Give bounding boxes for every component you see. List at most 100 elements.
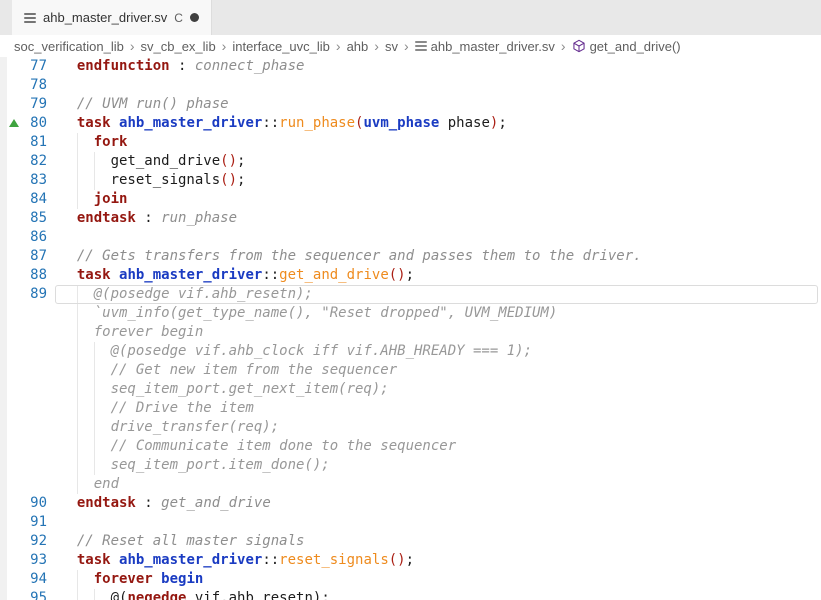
line-number[interactable] <box>0 342 55 361</box>
code-line-content[interactable]: @(posedge vif.ahb_clock iff vif.AHB_HREA… <box>55 342 821 361</box>
breadcrumb-item-get-and-drive-[interactable]: get_and_drive() <box>572 39 681 54</box>
code-line-91[interactable]: 91 <box>0 513 821 532</box>
code-token: reset_signals <box>279 552 389 568</box>
code-line-content[interactable]: @(posedge vif.ahb_resetn); <box>55 285 821 304</box>
code-line-content[interactable]: endtask : run_phase <box>55 209 821 228</box>
line-number[interactable]: 93 <box>0 551 55 570</box>
code-line-content[interactable]: `uvm_info(get_type_name(), "Reset droppe… <box>55 304 821 323</box>
code-line-ghost[interactable]: drive_transfer(req); <box>0 418 821 437</box>
line-number[interactable]: 95 <box>0 589 55 600</box>
line-number[interactable]: 87 <box>0 247 55 266</box>
code-line-content[interactable] <box>55 513 821 532</box>
code-line-85[interactable]: 85 endtask : run_phase <box>0 209 821 228</box>
code-line-content[interactable]: seq_item_port.get_next_item(req); <box>55 380 821 399</box>
line-number[interactable]: 90 <box>0 494 55 513</box>
code-line-ghost[interactable]: // Get new item from the sequencer <box>0 361 821 380</box>
line-number[interactable] <box>0 399 55 418</box>
line-number[interactable]: 79 <box>0 95 55 114</box>
code-line-77[interactable]: 77 endfunction : connect_phase <box>0 57 821 76</box>
line-number[interactable]: 78 <box>0 76 55 95</box>
code-line-ghost[interactable]: @(posedge vif.ahb_clock iff vif.AHB_HREA… <box>0 342 821 361</box>
code-line-content[interactable]: endtask : get_and_drive <box>55 494 821 513</box>
line-number[interactable]: 81 <box>0 133 55 152</box>
line-number[interactable] <box>0 418 55 437</box>
line-number[interactable] <box>0 361 55 380</box>
line-number[interactable]: 83 <box>0 171 55 190</box>
line-number[interactable]: 89 <box>0 285 55 304</box>
code-line-content[interactable]: task ahb_master_driver::run_phase(uvm_ph… <box>55 114 821 133</box>
code-line-content[interactable]: forever begin <box>55 570 821 589</box>
line-number[interactable]: 85 <box>0 209 55 228</box>
line-number[interactable] <box>0 323 55 342</box>
line-number[interactable]: 77 <box>0 57 55 76</box>
code-line-ghost[interactable]: forever begin <box>0 323 821 342</box>
code-editor[interactable]: 77 endfunction : connect_phase7879 // UV… <box>0 57 821 600</box>
code-line-95[interactable]: 95 @(negedge vif.ahb_resetn); <box>0 589 821 600</box>
code-line-content[interactable]: end <box>55 475 821 494</box>
code-line-ghost[interactable]: // Drive the item <box>0 399 821 418</box>
code-line-ghost[interactable]: end <box>0 475 821 494</box>
code-line-content[interactable]: reset_signals(); <box>55 171 821 190</box>
code-line-content[interactable] <box>55 76 821 95</box>
code-line-content[interactable]: get_and_drive(); <box>55 152 821 171</box>
code-line-content[interactable]: seq_item_port.item_done(); <box>55 456 821 475</box>
line-number[interactable] <box>0 304 55 323</box>
line-number[interactable]: 88 <box>0 266 55 285</box>
code-line-82[interactable]: 82 get_and_drive(); <box>0 152 821 171</box>
line-number[interactable]: 86 <box>0 228 55 247</box>
tab-ahb-master-driver[interactable]: ahb_master_driver.sv C <box>12 0 212 35</box>
code-line-content[interactable]: fork <box>55 133 821 152</box>
line-number[interactable]: 84 <box>0 190 55 209</box>
code-line-92[interactable]: 92 // Reset all master signals <box>0 532 821 551</box>
line-number[interactable] <box>0 437 55 456</box>
code-line-80[interactable]: 80 task ahb_master_driver::run_phase(uvm… <box>0 114 821 133</box>
code-line-ghost[interactable]: // Communicate item done to the sequence… <box>0 437 821 456</box>
code-line-content[interactable]: task ahb_master_driver::get_and_drive(); <box>55 266 821 285</box>
code-line-79[interactable]: 79 // UVM run() phase <box>0 95 821 114</box>
code-line-94[interactable]: 94 forever begin <box>0 570 821 589</box>
line-number[interactable]: 92 <box>0 532 55 551</box>
code-line-89[interactable]: 89 @(posedge vif.ahb_resetn); <box>0 285 821 304</box>
code-line-content[interactable]: // Gets transfers from the sequencer and… <box>55 247 821 266</box>
breadcrumb-item-interface-uvc-lib[interactable]: interface_uvc_lib <box>232 39 330 54</box>
code-line-content[interactable]: join <box>55 190 821 209</box>
code-line-content[interactable]: // Get new item from the sequencer <box>55 361 821 380</box>
code-line-content[interactable]: // Communicate item done to the sequence… <box>55 437 821 456</box>
line-number[interactable]: 91 <box>0 513 55 532</box>
code-line-content[interactable]: // Reset all master signals <box>55 532 821 551</box>
code-token <box>60 96 77 112</box>
breadcrumb-item-soc-verification-lib[interactable]: soc_verification_lib <box>14 39 124 54</box>
code-line-78[interactable]: 78 <box>0 76 821 95</box>
code-line-83[interactable]: 83 reset_signals(); <box>0 171 821 190</box>
code-line-93[interactable]: 93 task ahb_master_driver::reset_signals… <box>0 551 821 570</box>
code-line-content[interactable]: task ahb_master_driver::reset_signals(); <box>55 551 821 570</box>
code-line-ghost[interactable]: `uvm_info(get_type_name(), "Reset droppe… <box>0 304 821 323</box>
code-line-ghost[interactable]: seq_item_port.item_done(); <box>0 456 821 475</box>
code-line-84[interactable]: 84 join <box>0 190 821 209</box>
code-line-88[interactable]: 88 task ahb_master_driver::get_and_drive… <box>0 266 821 285</box>
code-line-81[interactable]: 81 fork <box>0 133 821 152</box>
code-line-90[interactable]: 90 endtask : get_and_drive <box>0 494 821 513</box>
line-number[interactable]: 94 <box>0 570 55 589</box>
line-number[interactable] <box>0 456 55 475</box>
dirty-indicator-icon[interactable] <box>190 13 199 22</box>
breadcrumb-item-ahb-master-driver-sv[interactable]: ahb_master_driver.sv <box>415 39 555 54</box>
code-line-87[interactable]: 87 // Gets transfers from the sequencer … <box>0 247 821 266</box>
breadcrumb-item-sv-cb-ex-lib[interactable]: sv_cb_ex_lib <box>141 39 216 54</box>
code-line-content[interactable]: @(negedge vif.ahb_resetn); <box>55 589 821 600</box>
code-line-86[interactable]: 86 <box>0 228 821 247</box>
line-number[interactable]: 82 <box>0 152 55 171</box>
line-number[interactable] <box>0 475 55 494</box>
code-line-content[interactable]: // Drive the item <box>55 399 821 418</box>
tab-badge: C <box>174 11 183 25</box>
code-line-content[interactable]: forever begin <box>55 323 821 342</box>
code-line-content[interactable]: endfunction : connect_phase <box>55 57 821 76</box>
line-number[interactable] <box>0 380 55 399</box>
breadcrumb-item-sv[interactable]: sv <box>385 39 398 54</box>
code-line-content[interactable]: // UVM run() phase <box>55 95 821 114</box>
code-line-content[interactable]: drive_transfer(req); <box>55 418 821 437</box>
code-token <box>60 115 77 131</box>
code-line-content[interactable] <box>55 228 821 247</box>
code-line-ghost[interactable]: seq_item_port.get_next_item(req); <box>0 380 821 399</box>
breadcrumb-item-ahb[interactable]: ahb <box>347 39 369 54</box>
